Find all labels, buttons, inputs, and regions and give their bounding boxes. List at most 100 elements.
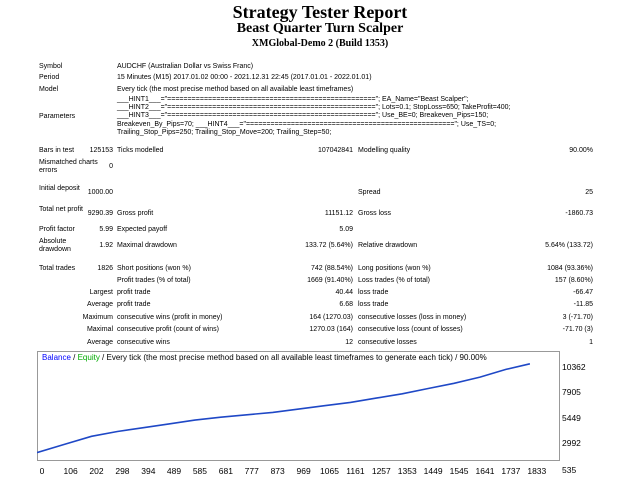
largest-profit-label: profit trade [117, 289, 151, 296]
loss-trades-value: 157 (8.60%) [554, 277, 593, 284]
x-tick-label: 1257 [371, 466, 391, 476]
x-tick-label: 1449 [423, 466, 443, 476]
balance-chart [37, 351, 560, 461]
symbol-value: AUDCHF (Australian Dollar vs Swiss Franc… [117, 63, 254, 70]
x-tick-label: 969 [296, 466, 311, 476]
bars-value: 125153 [89, 147, 113, 154]
y-tick-label: 7905 [562, 387, 581, 397]
rel-drawdown-value: 5.64% (133.72) [545, 242, 593, 249]
avg-cons-losses-label: consecutive losses [358, 339, 417, 346]
x-tick-label: 1353 [397, 466, 417, 476]
x-tick-label: 681 [218, 466, 233, 476]
payoff-label: Expected payoff [117, 226, 168, 233]
maximal-loss-value: -71.70 (3) [562, 326, 593, 333]
expert-name: Beast Quarter Turn Scalper [236, 21, 404, 36]
maximal-label: Maximal [86, 326, 113, 333]
profit-factor-label: Profit factor [39, 226, 75, 233]
x-tick-label: 0 [39, 466, 45, 476]
max-cons-losses-label: consecutive losses (loss in money) [358, 314, 467, 321]
x-tick-label: 1065 [320, 466, 339, 476]
short-label: Short positions (won %) [117, 265, 191, 272]
profit-trades-value: 1669 (91.40%) [307, 277, 353, 284]
largest-profit-value: 40.44 [335, 289, 353, 296]
max-drawdown-label: Maximal drawdown [117, 242, 177, 249]
legend-equity: Equity [77, 353, 100, 362]
avg-profit-value: 6.68 [339, 301, 353, 308]
parameters-label: Parameters [39, 113, 76, 120]
max-drawdown-value: 133.72 (5.64%) [305, 242, 353, 249]
model-value: Every tick (the most precise method base… [117, 86, 354, 93]
net-profit-value: 9290.39 [87, 210, 113, 217]
profit-trades-label: Profit trades (% of total) [117, 277, 191, 284]
maximal-profit-value: 1270.03 (164) [309, 326, 353, 333]
long-label: Long positions (won %) [358, 265, 431, 272]
legend-description: / Every tick (the most precise method ba… [99, 353, 487, 362]
x-tick-label: 106 [63, 466, 78, 476]
largest-loss-value: -66.47 [573, 289, 593, 296]
x-tick-label: 585 [192, 466, 207, 476]
y-tick-label: 5449 [562, 413, 581, 423]
total-trades-label: Total trades [39, 265, 76, 272]
period-value: 15 Minutes (M15) 2017.01.02 00:00 - 2021… [117, 74, 372, 81]
server-name: XMGlobal-Demo 2 (Build 1353) [251, 38, 389, 49]
payoff-value: 5.09 [339, 226, 353, 233]
avg-loss-value: -11.85 [573, 301, 593, 308]
maximum-label: Maximum [82, 314, 113, 321]
quality-value: 90.00% [569, 147, 593, 154]
maximal-loss-label: consecutive loss (count of losses) [358, 326, 463, 333]
legend-balance: Balance [42, 353, 71, 362]
y-tick-label: 535 [562, 465, 577, 475]
avg-loss-label: loss trade [358, 301, 389, 308]
chart-frame [37, 351, 560, 461]
abs-drawdown-value: 1.92 [99, 242, 113, 249]
avg-profit-label: profit trade [117, 301, 151, 308]
profit-factor-value: 5.99 [99, 226, 113, 233]
gross-loss-label: Gross loss [358, 210, 392, 217]
short-value: 742 (88.54%) [310, 265, 353, 272]
max-cons-wins-label: consecutive wins (profit in money) [117, 314, 223, 321]
avg-cons-wins-value: 12 [345, 339, 353, 346]
parameters-value: ___HINT1___="===========================… [117, 96, 511, 136]
period-label: Period [39, 74, 60, 81]
x-tick-label: 298 [115, 466, 130, 476]
x-tick-label: 873 [270, 466, 285, 476]
y-tick-label: 10362 [562, 362, 586, 372]
ticks-value: 107042841 [317, 147, 353, 154]
x-tick-label: 777 [244, 466, 259, 476]
max-cons-losses-value: 3 (-71.70) [562, 314, 593, 321]
gross-profit-value: 11151.12 [324, 210, 353, 217]
x-tick-label: 489 [166, 466, 182, 476]
spread-value: 25 [585, 189, 593, 196]
avg-cons-wins-label: consecutive wins [117, 339, 170, 346]
largest-label: Largest [89, 289, 113, 296]
model-label: Model [39, 86, 59, 93]
ticks-label: Ticks modelled [117, 147, 164, 154]
x-tick-label: 1161 [346, 466, 365, 476]
rel-drawdown-label: Relative drawdown [358, 242, 418, 249]
x-tick-label: 1641 [475, 466, 495, 476]
x-tick-label: 202 [89, 466, 104, 476]
loss-trades-label: Loss trades (% of total) [358, 277, 430, 284]
bars-label: Bars in test [39, 147, 75, 154]
symbol-label: Symbol [39, 63, 63, 70]
quality-label: Modelling quality [358, 147, 411, 154]
maximal-profit-label: consecutive profit (count of wins) [117, 326, 219, 333]
total-trades-value: 1826 [97, 265, 113, 272]
gross-profit-label: Gross profit [117, 210, 154, 217]
average-label: Average [87, 301, 113, 308]
report-title: Strategy Tester Report [232, 2, 408, 22]
avg-cons-losses-value: 1 [589, 339, 593, 346]
long-value: 1084 (93.36%) [547, 265, 593, 272]
x-tick-label: 1833 [527, 466, 547, 476]
average2-label: Average [87, 339, 113, 346]
x-tick-label: 394 [141, 466, 156, 476]
x-tick-label: 1545 [449, 466, 469, 476]
x-tick-label: 1737 [501, 466, 521, 476]
max-cons-wins-value: 164 (1270.03) [309, 314, 353, 321]
largest-loss-label: loss trade [358, 289, 389, 296]
mismatch-value: 0 [109, 163, 113, 170]
spread-label: Spread [358, 189, 381, 196]
gross-loss-value: -1860.73 [565, 210, 593, 217]
deposit-value: 1000.00 [87, 189, 113, 196]
y-tick-label: 2992 [562, 438, 581, 448]
